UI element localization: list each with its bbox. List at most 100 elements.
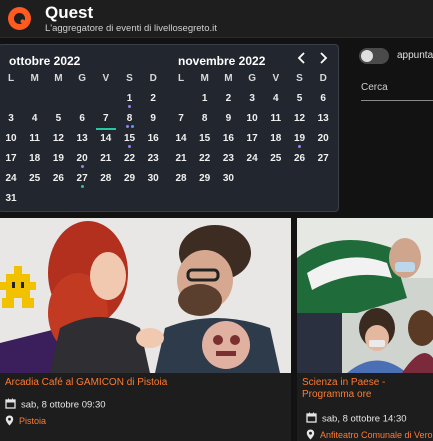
calendar-day[interactable]: 20 [72, 151, 92, 168]
calendar-day-number: 14 [100, 133, 112, 144]
event-card[interactable]: Arcadia Café al GAMICON di Pistoia sab, … [0, 218, 291, 441]
weekday-label: V [102, 73, 110, 84]
event-location[interactable]: Pistoia [5, 415, 46, 428]
calendar-day[interactable]: 12 [290, 111, 310, 127]
calendar-icon [306, 412, 317, 426]
calendar-day-number: 20 [317, 133, 329, 144]
calendar-day[interactable]: 26 [48, 171, 68, 187]
calendar-day-number: 27 [76, 173, 88, 184]
calendar-day-number: 10 [5, 133, 17, 144]
calendar-day[interactable]: 29 [120, 171, 140, 187]
calendar-day[interactable]: 7 [171, 111, 191, 127]
calendar-day[interactable]: 10 [1, 131, 21, 147]
calendar-day[interactable]: 1 [120, 91, 140, 109]
calendar-day[interactable]: 19 [48, 151, 68, 167]
weekday-label: L [177, 73, 185, 84]
calendar-day[interactable]: 16 [218, 131, 238, 147]
calendar-day[interactable]: 30 [218, 171, 238, 187]
calendar-day-number: 15 [199, 133, 211, 144]
calendar-day-number: 2 [150, 93, 156, 104]
calendar-day[interactable]: 18 [25, 151, 45, 167]
calendar-day[interactable]: 4 [266, 91, 286, 107]
calendar-day[interactable]: 11 [25, 131, 45, 147]
calendar-day[interactable]: 28 [96, 171, 116, 187]
calendar-day-number: 23 [147, 153, 159, 164]
event-dot [128, 145, 131, 148]
calendar-day[interactable]: 25 [25, 171, 45, 187]
app-subtitle: L'aggregatore di eventi di livellosegret… [45, 23, 217, 34]
calendar-day[interactable]: 2 [143, 91, 163, 107]
quest-logo[interactable] [8, 7, 31, 30]
calendar-day-number: 1 [201, 93, 208, 104]
calendar-day[interactable]: 4 [25, 111, 45, 127]
calendar-day-number: 20 [76, 153, 88, 164]
search-input[interactable] [361, 75, 433, 101]
calendar-day-number: 2 [225, 93, 232, 104]
event-date: sab, 8 ottobre 09:30 [5, 398, 106, 412]
event-title[interactable]: Scienza in Paese - Programma ore [302, 377, 433, 401]
calendar-day[interactable]: 24 [1, 171, 21, 187]
event-location[interactable]: Anfiteatro Comunale di Verona [306, 429, 433, 441]
calendar-day[interactable]: 12 [48, 131, 68, 147]
calendar-day-number: 11 [29, 133, 40, 144]
calendar-day[interactable]: 30 [143, 171, 163, 187]
calendar-day[interactable]: 18 [266, 131, 286, 147]
event-markers [120, 105, 140, 109]
calendar-day[interactable]: 5 [48, 111, 68, 127]
calendar-day[interactable]: 14 [96, 131, 116, 147]
calendar-day[interactable]: 5 [290, 91, 310, 107]
calendar-day[interactable]: 8 [195, 111, 215, 127]
calendar-day[interactable]: 6 [313, 91, 333, 107]
calendar-day[interactable]: 26 [290, 151, 310, 167]
calendar-day[interactable]: 23 [143, 151, 163, 167]
calendar-day[interactable]: 22 [195, 151, 215, 167]
calendar-day[interactable]: 9 [218, 111, 238, 127]
calendar-day-number: 6 [320, 93, 326, 104]
calendar-day[interactable]: 17 [1, 151, 21, 167]
chevron-left-icon[interactable] [295, 52, 309, 66]
calendar-day[interactable]: 13 [72, 131, 92, 147]
calendar-day[interactable]: 21 [96, 151, 116, 167]
calendar-day[interactable]: 31 [1, 191, 21, 207]
calendar-day[interactable]: 15 [195, 131, 215, 147]
event-title[interactable]: Arcadia Café al GAMICON di Pistoia [5, 377, 167, 389]
calendar-day[interactable]: 7 [95, 111, 116, 130]
calendar-day[interactable]: 8 [120, 111, 140, 128]
calendar-day[interactable]: 3 [242, 91, 262, 107]
calendar-day[interactable]: 13 [313, 111, 333, 127]
calendar-day[interactable]: 2 [218, 91, 238, 107]
calendar-day[interactable]: 9 [143, 111, 163, 127]
event-date: sab, 8 ottobre 14:30 [306, 412, 407, 426]
calendar-day[interactable]: 21 [171, 151, 191, 167]
calendar-day-number: 30 [222, 173, 234, 184]
calendar-day-number: 22 [123, 153, 136, 164]
calendar-day[interactable]: 6 [72, 111, 92, 127]
calendar-day-number: 18 [270, 133, 282, 144]
calendar-day-number: 19 [52, 153, 64, 164]
calendar-day[interactable]: 14 [171, 131, 191, 147]
calendar-day[interactable]: 24 [242, 151, 262, 167]
calendar-day[interactable]: 3 [1, 111, 21, 127]
calendar-day-number: 19 [293, 133, 306, 144]
calendar-day[interactable]: 20 [313, 131, 333, 147]
calendar-day-number: 28 [100, 173, 112, 184]
calendar-day[interactable]: 17 [242, 131, 262, 147]
calendar-day[interactable]: 27 [72, 171, 92, 188]
calendar-day[interactable]: 11 [266, 111, 286, 127]
calendar-day[interactable]: 22 [120, 151, 140, 167]
logo-tail [19, 18, 30, 28]
calendar-day[interactable]: 16 [143, 131, 163, 147]
chevron-right-icon[interactable] [316, 52, 330, 66]
calendar-day[interactable]: 25 [266, 151, 286, 167]
calendar-day[interactable]: 27 [313, 151, 333, 167]
calendar-day[interactable]: 28 [171, 171, 191, 187]
calendar-day[interactable]: 10 [242, 111, 262, 127]
calendar-day[interactable]: 23 [218, 151, 238, 167]
calendar-day[interactable]: 29 [195, 171, 215, 187]
calendar-day[interactable]: 15 [120, 131, 140, 148]
toggle-label: appunta [397, 50, 433, 61]
calendar-day[interactable]: 19 [290, 131, 310, 148]
appuntamenti-toggle[interactable] [359, 48, 389, 64]
event-card[interactable]: Scienza in Paese - Programma ore sab, 8 … [297, 218, 433, 441]
calendar-day[interactable]: 1 [195, 91, 215, 107]
